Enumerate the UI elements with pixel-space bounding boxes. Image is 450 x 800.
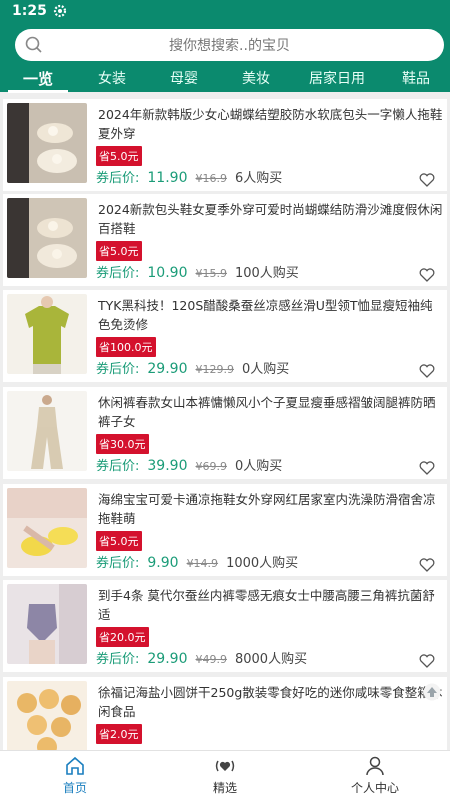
price-label: 券后价: — [96, 556, 140, 571]
product-card[interactable]: 到手4条 莫代尔蚕丝内裤零感无痕女士中腰高腰三角裤抗菌舒适 省20.0元 券后价… — [3, 580, 447, 672]
product-image — [7, 488, 87, 568]
user-icon — [366, 756, 384, 776]
bottom-nav: 首页 精选 个人中心 — [0, 750, 450, 800]
original-price: ¥69.9 — [195, 460, 227, 473]
heart-icon[interactable] — [419, 268, 435, 282]
product-image — [7, 103, 87, 183]
search-bar[interactable]: 搜你想搜索..的宝贝 — [15, 29, 444, 61]
price-row: 券后价: 29.90 ¥129.9 0人购买 — [96, 358, 289, 377]
price-label: 券后价: — [96, 459, 140, 474]
sold-count: 0人购买 — [241, 362, 290, 377]
product-card[interactable]: 2024年新款韩版少女心蝴蝶结塑胶防水软底包头一字懒人拖鞋夏外穿 省5.0元 券… — [3, 99, 447, 191]
tab-household[interactable]: 居家日用 — [292, 66, 382, 92]
nav-profile[interactable]: 个人中心 — [300, 751, 450, 800]
heart-icon[interactable] — [419, 654, 435, 668]
heart-icon[interactable] — [419, 173, 435, 187]
product-title: 徐福记海盐小圆饼干250g散装零食好吃的迷你咸味零食整箱休闲食品 — [98, 685, 443, 719]
product-image — [7, 391, 87, 471]
status-bar: 1:25 — [12, 3, 67, 19]
price-label: 券后价: — [96, 362, 140, 377]
sold-count: 6人购买 — [234, 171, 283, 186]
price-row: 券后价: 10.90 ¥15.9 100人购买 — [96, 262, 299, 281]
product-card[interactable]: TYK黑科技！120S醋酸桑蚕丝凉感丝滑U型领T恤显瘦短袖纯色免烫修 省100.… — [3, 290, 447, 382]
original-price: ¥129.9 — [195, 363, 234, 376]
price-value: 11.90 — [147, 170, 188, 186]
tab-beauty[interactable]: 美妆 — [220, 66, 292, 92]
discount-badge: 省5.0元 — [96, 531, 142, 551]
discount-badge: 省5.0元 — [96, 241, 142, 261]
tab-mother-baby[interactable]: 母婴 — [148, 66, 220, 92]
product-card[interactable]: 徐福记海盐小圆饼干250g散装零食好吃的迷你咸味零食整箱休闲食品 省2.0元 — [3, 677, 447, 750]
price-row: 券后价: 39.90 ¥69.9 0人购买 — [96, 455, 282, 474]
tab-overview[interactable]: 一览 — [0, 66, 76, 93]
product-title: 休闲裤春款女山本裤慵懒风小个子夏显瘦垂感褶皱阔腿裤防晒裤子女 — [98, 395, 436, 429]
nav-home[interactable]: 首页 — [0, 751, 150, 800]
price-row: 券后价: 11.90 ¥16.9 6人购买 — [96, 167, 282, 186]
price-label: 券后价: — [96, 266, 140, 281]
product-image — [7, 294, 87, 374]
status-time: 1:25 — [12, 3, 47, 19]
gear-icon — [53, 4, 66, 18]
price-value: 9.90 — [147, 555, 179, 571]
sold-count: 0人购买 — [234, 459, 283, 474]
discount-badge: 省100.0元 — [96, 337, 156, 357]
price-label: 券后价: — [96, 652, 140, 667]
price-row: 券后价: 29.90 ¥49.9 8000人购买 — [96, 648, 307, 667]
home-icon — [66, 756, 84, 775]
discount-badge: 省2.0元 — [96, 724, 142, 744]
search-input[interactable]: 搜你想搜索..的宝贝 — [15, 35, 444, 55]
original-price: ¥15.9 — [195, 267, 227, 280]
nav-home-label: 首页 — [62, 781, 87, 795]
discount-badge: 省30.0元 — [96, 434, 149, 454]
original-price: ¥14.9 — [186, 557, 219, 570]
product-card[interactable]: 2024新款包头鞋女夏季外穿可爱时尚蝴蝶结防滑沙滩度假休闲百搭鞋 省5.0元 券… — [3, 194, 447, 286]
product-card[interactable]: 休闲裤春款女山本裤慵懒风小个子夏显瘦垂感褶皱阔腿裤防晒裤子女 省30.0元 券后… — [3, 387, 447, 479]
sold-count: 1000人购买 — [226, 556, 299, 571]
discount-badge: 省5.0元 — [96, 146, 142, 166]
price-value: 10.90 — [147, 265, 188, 281]
product-card[interactable]: 海绵宝宝可爱卡通凉拖鞋女外穿网红居家室内洗澡防滑宿舍凉拖鞋萌 省5.0元 券后价… — [3, 484, 447, 576]
product-title: TYK黑科技！120S醋酸桑蚕丝凉感丝滑U型领T恤显瘦短袖纯色免烫修 — [98, 298, 433, 332]
price-row: 券后价: 9.90 ¥14.9 1000人购买 — [96, 552, 298, 571]
original-price: ¥16.9 — [195, 172, 227, 185]
category-tabs: 一览 女装 母婴 美妆 居家日用 鞋品 — [0, 66, 450, 93]
product-image — [7, 681, 87, 750]
product-title: 2024新款包头鞋女夏季外穿可爱时尚蝴蝶结防滑沙滩度假休闲百搭鞋 — [98, 202, 443, 236]
price-value: 29.90 — [147, 651, 188, 667]
price-label: 券后价: — [96, 171, 140, 186]
product-image — [7, 584, 87, 664]
sold-count: 8000人购买 — [234, 652, 308, 667]
discount-badge: 省20.0元 — [96, 627, 149, 647]
nav-featured-label: 精选 — [212, 781, 237, 795]
price-value: 29.90 — [147, 361, 188, 377]
heart-icon[interactable] — [419, 364, 435, 378]
sold-count: 100人购买 — [234, 266, 299, 281]
price-value: 39.90 — [147, 458, 188, 474]
featured-icon — [215, 760, 235, 772]
product-image — [7, 198, 87, 278]
tab-womens-wear[interactable]: 女装 — [76, 66, 148, 92]
back-to-top-icon[interactable] — [423, 683, 441, 701]
original-price: ¥49.9 — [195, 653, 227, 666]
nav-featured[interactable]: 精选 — [150, 751, 300, 800]
top-header: 1:25 搜你想搜索..的宝贝 一览 女装 母婴 美妆 居家日用 鞋品 — [0, 0, 450, 93]
search-icon — [25, 36, 42, 53]
product-title: 2024年新款韩版少女心蝴蝶结塑胶防水软底包头一字懒人拖鞋夏外穿 — [98, 107, 443, 141]
tab-shoes[interactable]: 鞋品 — [382, 66, 450, 92]
heart-icon[interactable] — [419, 461, 435, 475]
product-title: 海绵宝宝可爱卡通凉拖鞋女外穿网红居家室内洗澡防滑宿舍凉拖鞋萌 — [98, 492, 436, 526]
product-list[interactable]: 2024年新款韩版少女心蝴蝶结塑胶防水软底包头一字懒人拖鞋夏外穿 省5.0元 券… — [0, 97, 450, 750]
heart-icon[interactable] — [419, 558, 435, 572]
product-title: 到手4条 莫代尔蚕丝内裤零感无痕女士中腰高腰三角裤抗菌舒适 — [98, 588, 435, 622]
nav-profile-label: 个人中心 — [350, 781, 399, 795]
